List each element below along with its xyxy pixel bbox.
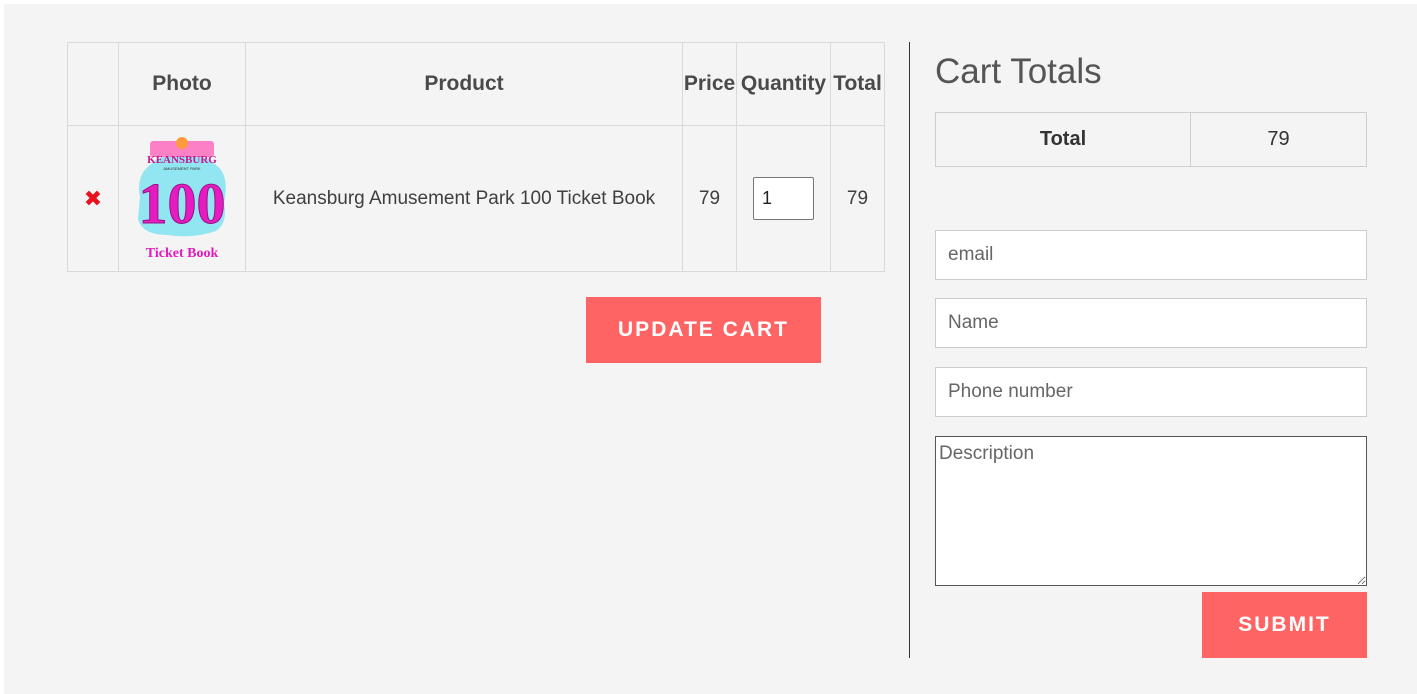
header-price: Price: [682, 42, 737, 126]
description-field[interactable]: [935, 436, 1367, 586]
totals-label: Total: [935, 112, 1191, 167]
update-cart-button[interactable]: UPDATE CART: [586, 297, 821, 363]
total-cell: 79: [830, 125, 885, 272]
quantity-input[interactable]: [753, 177, 814, 220]
totals-value: 79: [1190, 112, 1367, 167]
name-field[interactable]: [935, 298, 1367, 348]
price-cell: 79: [682, 125, 737, 272]
header-product: Product: [245, 42, 683, 126]
cart-header-row: Photo Product Price Quantity Total: [67, 42, 885, 126]
thumb-title: KEANSBURG: [147, 154, 217, 166]
table-row: ✖ KEANSBURG AMUSEMENT PARK 100 Ticket Bo…: [67, 125, 885, 272]
thumb-number: 100: [139, 171, 226, 236]
thumb-caption: Ticket Book: [146, 246, 219, 261]
totals-row: Total 79: [935, 112, 1367, 167]
photo-cell: KEANSBURG AMUSEMENT PARK 100 Ticket Book: [118, 125, 246, 272]
remove-cell: ✖: [67, 125, 119, 272]
submit-button[interactable]: SUBMIT: [1202, 592, 1367, 658]
quantity-cell: [736, 125, 831, 272]
cart-totals-title: Cart Totals: [935, 52, 1102, 91]
cart-table: Photo Product Price Quantity Total ✖ KEA…: [67, 42, 885, 272]
remove-item-icon[interactable]: ✖: [84, 186, 102, 211]
header-photo: Photo: [118, 42, 246, 126]
header-total: Total: [830, 42, 885, 126]
phone-field[interactable]: [935, 367, 1367, 417]
column-divider: [909, 42, 910, 658]
product-thumbnail: KEANSBURG AMUSEMENT PARK 100 Ticket Book: [138, 136, 226, 261]
email-field[interactable]: [935, 230, 1367, 280]
cart-totals-table: Total 79: [935, 112, 1367, 167]
header-remove: [67, 42, 119, 126]
product-cell: Keansburg Amusement Park 100 Ticket Book: [245, 125, 683, 272]
header-quantity: Quantity: [736, 42, 831, 126]
